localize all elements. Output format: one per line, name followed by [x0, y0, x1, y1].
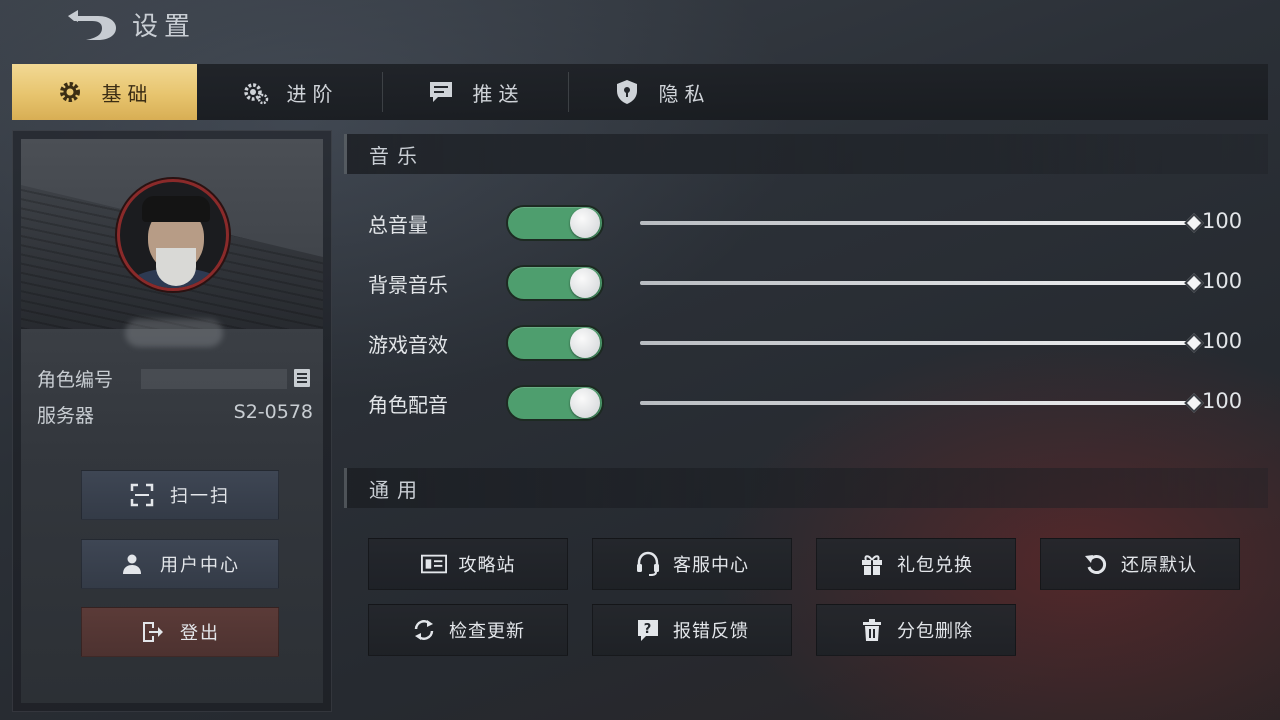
tab-label: 基础 [101, 81, 154, 106]
voice-toggle[interactable] [506, 385, 604, 421]
refresh-icon [411, 617, 437, 643]
server-label: 服务器 [37, 405, 95, 427]
customer-service-button[interactable]: 客服中心 [592, 538, 792, 590]
audio-row-sfx: 游戏音效 100 [368, 323, 1248, 363]
slider-thumb[interactable] [1184, 393, 1204, 413]
logout-icon [140, 620, 164, 644]
role-id-label: 角色编号 [37, 369, 114, 391]
role-id-blurred [141, 369, 287, 389]
guide-icon [420, 551, 447, 577]
profile-background: 角色编号 服务器 S2-0578 扫一扫 用户中心 登出 [21, 139, 323, 703]
toggle-knob [570, 388, 600, 418]
scan-label: 扫一扫 [170, 486, 230, 507]
audio-label: 游戏音效 [368, 333, 448, 357]
bgm-slider[interactable] [640, 269, 1204, 297]
tab-label: 推送 [472, 81, 525, 106]
back-button[interactable] [64, 8, 120, 42]
tab-label: 进阶 [286, 81, 339, 106]
role-id-row: 角色编号 [37, 365, 313, 391]
scan-icon [130, 483, 154, 507]
message-icon [427, 78, 455, 106]
copy-icon[interactable] [291, 367, 313, 389]
user-icon [120, 552, 144, 576]
audio-value: 100 [1202, 269, 1243, 293]
audio-label: 角色配音 [368, 393, 448, 417]
toggle-knob [570, 268, 600, 298]
svg-text:?: ? [644, 622, 653, 637]
profile-card: 角色编号 服务器 S2-0578 扫一扫 用户中心 登出 [12, 130, 332, 712]
general-section-title: 通用 [369, 478, 425, 502]
music-section-header: 音乐 [344, 134, 1268, 174]
user-center-button[interactable]: 用户中心 [81, 539, 279, 589]
tab-label: 隐私 [658, 81, 711, 106]
check-update-label: 检查更新 [449, 621, 525, 642]
reset-default-label: 还原默认 [1121, 555, 1197, 576]
audio-row-master: 总音量 100 [368, 203, 1248, 243]
server-row: 服务器 S2-0578 [37, 401, 313, 427]
reset-default-button[interactable]: 还原默认 [1040, 538, 1240, 590]
tab-basic[interactable]: 基础 [12, 64, 197, 120]
voice-slider[interactable] [640, 389, 1204, 417]
guide-label: 攻略站 [458, 555, 516, 576]
trash-icon [859, 617, 885, 643]
master-volume-toggle[interactable] [506, 205, 604, 241]
header: 设置 [0, 0, 1280, 50]
sfx-toggle[interactable] [506, 325, 604, 361]
slider-thumb[interactable] [1184, 273, 1204, 293]
gift-redeem-label: 礼包兑换 [897, 555, 973, 576]
error-report-label: 报错反馈 [673, 621, 749, 642]
audio-row-voice: 角色配音 100 [368, 383, 1248, 423]
package-delete-button[interactable]: 分包删除 [816, 604, 1016, 656]
audio-value: 100 [1202, 389, 1243, 413]
report-icon: ? [635, 617, 661, 643]
toggle-knob [570, 328, 600, 358]
tab-bar: 基础 进阶 推送 隐私 [12, 64, 1268, 120]
audio-value: 100 [1202, 209, 1243, 233]
general-section-header: 通用 [344, 468, 1268, 508]
audio-row-bgm: 背景音乐 100 [368, 263, 1248, 303]
customer-service-label: 客服中心 [673, 555, 749, 576]
audio-label: 背景音乐 [368, 273, 448, 297]
player-name-blurred [125, 319, 223, 347]
toggle-knob [570, 208, 600, 238]
back-arrow-icon [68, 10, 116, 40]
server-value: S2-0578 [233, 401, 313, 423]
tab-privacy[interactable]: 隐私 [569, 64, 754, 120]
guide-button[interactable]: 攻略站 [368, 538, 568, 590]
gift-icon [859, 551, 885, 577]
logout-label: 登出 [180, 623, 220, 644]
gears-icon [241, 78, 269, 106]
music-section-title: 音乐 [369, 144, 425, 168]
gift-redeem-button[interactable]: 礼包兑换 [816, 538, 1016, 590]
tab-push[interactable]: 推送 [383, 64, 568, 120]
page-title: 设置 [132, 12, 197, 42]
error-report-button[interactable]: ? 报错反馈 [592, 604, 792, 656]
shield-icon [613, 78, 641, 106]
audio-value: 100 [1202, 329, 1243, 353]
slider-thumb[interactable] [1184, 213, 1204, 233]
avatar[interactable] [117, 179, 229, 291]
package-delete-label: 分包删除 [897, 621, 973, 642]
tab-advanced[interactable]: 进阶 [197, 64, 382, 120]
bgm-toggle[interactable] [506, 265, 604, 301]
logout-button[interactable]: 登出 [81, 607, 279, 657]
sfx-slider[interactable] [640, 329, 1204, 357]
slider-thumb[interactable] [1184, 333, 1204, 353]
master-volume-slider[interactable] [640, 209, 1204, 237]
reset-icon [1083, 551, 1109, 577]
check-update-button[interactable]: 检查更新 [368, 604, 568, 656]
user-center-label: 用户中心 [160, 555, 240, 576]
audio-label: 总音量 [368, 213, 428, 237]
headset-icon [635, 551, 661, 577]
gear-icon [56, 78, 84, 106]
scan-button[interactable]: 扫一扫 [81, 470, 279, 520]
